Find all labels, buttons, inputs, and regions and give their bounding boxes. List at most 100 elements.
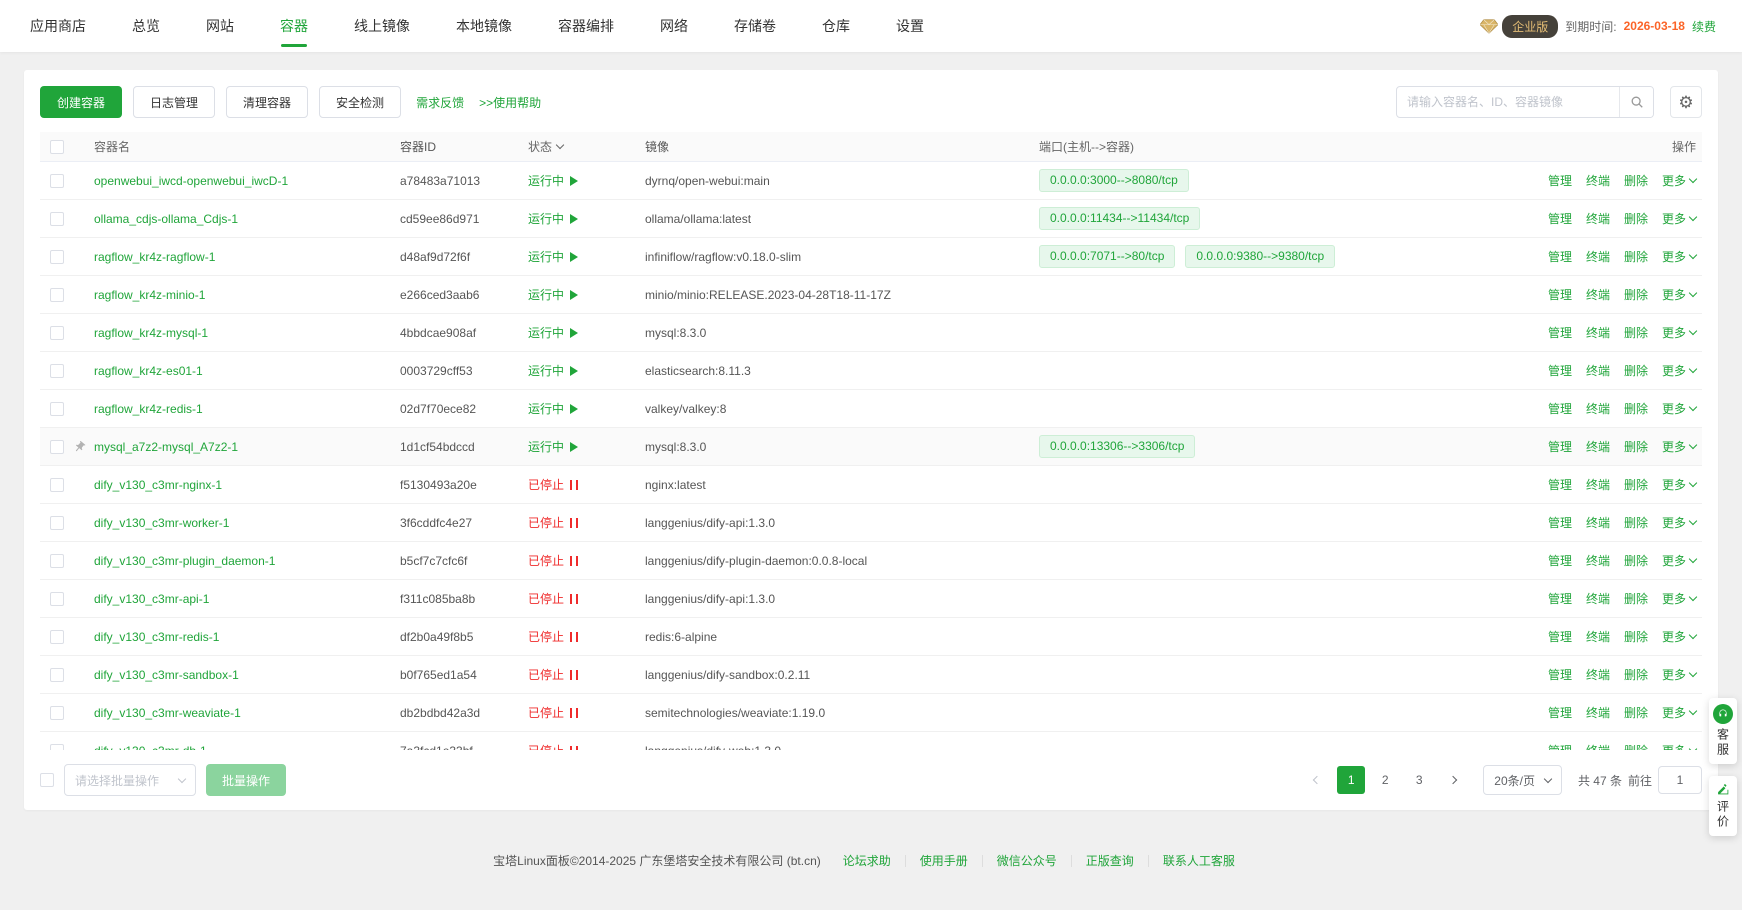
goto-page-input[interactable] <box>1658 766 1702 794</box>
page-number-button[interactable]: 3 <box>1405 766 1433 794</box>
container-name-link[interactable]: ragflow_kr4z-minio-1 <box>94 288 205 302</box>
pause-icon[interactable] <box>570 556 578 566</box>
play-icon[interactable] <box>570 442 578 452</box>
play-icon[interactable] <box>570 290 578 300</box>
terminal-link[interactable]: 终端 <box>1586 438 1610 455</box>
page-number-button[interactable]: 1 <box>1337 766 1365 794</box>
page-number-button[interactable]: 2 <box>1371 766 1399 794</box>
delete-link[interactable]: 删除 <box>1624 742 1648 750</box>
terminal-link[interactable]: 终端 <box>1586 666 1610 683</box>
more-link[interactable]: 更多 <box>1662 210 1696 227</box>
more-link[interactable]: 更多 <box>1662 476 1696 493</box>
search-input[interactable] <box>1397 95 1619 109</box>
terminal-link[interactable]: 终端 <box>1586 704 1610 721</box>
nav-item[interactable]: 设置 <box>873 0 947 52</box>
terminal-link[interactable]: 终端 <box>1586 552 1610 569</box>
container-name-link[interactable]: ragflow_kr4z-ragflow-1 <box>94 250 215 264</box>
manage-link[interactable]: 管理 <box>1548 324 1572 341</box>
delete-link[interactable]: 删除 <box>1624 248 1648 265</box>
batch-operation-button[interactable]: 批量操作 <box>206 764 286 796</box>
nav-item[interactable]: 仓库 <box>799 0 873 52</box>
manage-link[interactable]: 管理 <box>1548 172 1572 189</box>
row-checkbox[interactable] <box>50 250 64 264</box>
review-widget[interactable]: 评价 <box>1709 776 1737 836</box>
play-icon[interactable] <box>570 328 578 338</box>
pause-icon[interactable] <box>570 518 578 528</box>
more-link[interactable]: 更多 <box>1662 552 1696 569</box>
delete-link[interactable]: 删除 <box>1624 210 1648 227</box>
page-size-select[interactable]: 20条/页 <box>1483 765 1562 795</box>
more-link[interactable]: 更多 <box>1662 514 1696 531</box>
terminal-link[interactable]: 终端 <box>1586 476 1610 493</box>
more-link[interactable]: 更多 <box>1662 590 1696 607</box>
nav-item[interactable]: 网站 <box>183 0 257 52</box>
container-name-link[interactable]: dify_v130_c3mr-sandbox-1 <box>94 668 239 682</box>
more-link[interactable]: 更多 <box>1662 628 1696 645</box>
manage-link[interactable]: 管理 <box>1548 666 1572 683</box>
footer-link[interactable]: 正版查询 <box>1071 855 1148 867</box>
manage-link[interactable]: 管理 <box>1548 514 1572 531</box>
delete-link[interactable]: 删除 <box>1624 400 1648 417</box>
container-name-link[interactable]: mysql_a7z2-mysql_A7z2-1 <box>94 440 238 454</box>
select-all-checkbox[interactable] <box>50 140 64 154</box>
more-link[interactable]: 更多 <box>1662 172 1696 189</box>
nav-item[interactable]: 网络 <box>637 0 711 52</box>
delete-link[interactable]: 删除 <box>1624 590 1648 607</box>
footer-link[interactable]: 联系人工客服 <box>1148 855 1249 867</box>
manage-link[interactable]: 管理 <box>1548 552 1572 569</box>
footer-link[interactable]: 论坛求助 <box>829 855 905 867</box>
manage-link[interactable]: 管理 <box>1548 476 1572 493</box>
manage-link[interactable]: 管理 <box>1548 400 1572 417</box>
feedback-link[interactable]: 需求反馈 <box>416 94 464 111</box>
manage-link[interactable]: 管理 <box>1548 704 1572 721</box>
more-link[interactable]: 更多 <box>1662 286 1696 303</box>
enterprise-badge[interactable]: 企业版 <box>1480 15 1558 38</box>
play-icon[interactable] <box>570 366 578 376</box>
pause-icon[interactable] <box>570 632 578 642</box>
manage-link[interactable]: 管理 <box>1548 210 1572 227</box>
log-management-button[interactable]: 日志管理 <box>133 86 215 118</box>
terminal-link[interactable]: 终端 <box>1586 742 1610 750</box>
manage-link[interactable]: 管理 <box>1548 628 1572 645</box>
prev-page-button[interactable] <box>1303 766 1331 794</box>
pause-icon[interactable] <box>570 594 578 604</box>
more-link[interactable]: 更多 <box>1662 324 1696 341</box>
row-checkbox[interactable] <box>50 744 64 751</box>
next-page-button[interactable] <box>1439 766 1467 794</box>
pause-icon[interactable] <box>570 708 578 718</box>
search-button[interactable] <box>1619 87 1653 117</box>
delete-link[interactable]: 删除 <box>1624 704 1648 721</box>
row-checkbox[interactable] <box>50 174 64 188</box>
manage-link[interactable]: 管理 <box>1548 248 1572 265</box>
delete-link[interactable]: 删除 <box>1624 362 1648 379</box>
container-name-link[interactable]: dify_v130_c3mr-redis-1 <box>94 630 219 644</box>
nav-item[interactable]: 应用商店 <box>30 0 109 52</box>
container-name-link[interactable]: dify_v130_c3mr-db-1 <box>94 744 207 751</box>
manage-link[interactable]: 管理 <box>1548 742 1572 750</box>
row-checkbox[interactable] <box>50 440 64 454</box>
delete-link[interactable]: 删除 <box>1624 628 1648 645</box>
delete-link[interactable]: 删除 <box>1624 476 1648 493</box>
row-checkbox[interactable] <box>50 668 64 682</box>
terminal-link[interactable]: 终端 <box>1586 172 1610 189</box>
terminal-link[interactable]: 终端 <box>1586 210 1610 227</box>
container-name-link[interactable]: dify_v130_c3mr-weaviate-1 <box>94 706 241 720</box>
terminal-link[interactable]: 终端 <box>1586 590 1610 607</box>
delete-link[interactable]: 删除 <box>1624 666 1648 683</box>
terminal-link[interactable]: 终端 <box>1586 248 1610 265</box>
renew-link[interactable]: 续费 <box>1692 18 1716 35</box>
more-link[interactable]: 更多 <box>1662 742 1696 750</box>
pause-icon[interactable] <box>570 746 578 751</box>
clean-containers-button[interactable]: 清理容器 <box>226 86 308 118</box>
terminal-link[interactable]: 终端 <box>1586 514 1610 531</box>
manage-link[interactable]: 管理 <box>1548 590 1572 607</box>
terminal-link[interactable]: 终端 <box>1586 400 1610 417</box>
manage-link[interactable]: 管理 <box>1548 286 1572 303</box>
manage-link[interactable]: 管理 <box>1548 438 1572 455</box>
nav-item[interactable]: 总览 <box>109 0 183 52</box>
delete-link[interactable]: 删除 <box>1624 286 1648 303</box>
container-name-link[interactable]: ollama_cdjs-ollama_Cdjs-1 <box>94 212 238 226</box>
row-checkbox[interactable] <box>50 326 64 340</box>
row-checkbox[interactable] <box>50 402 64 416</box>
play-icon[interactable] <box>570 252 578 262</box>
